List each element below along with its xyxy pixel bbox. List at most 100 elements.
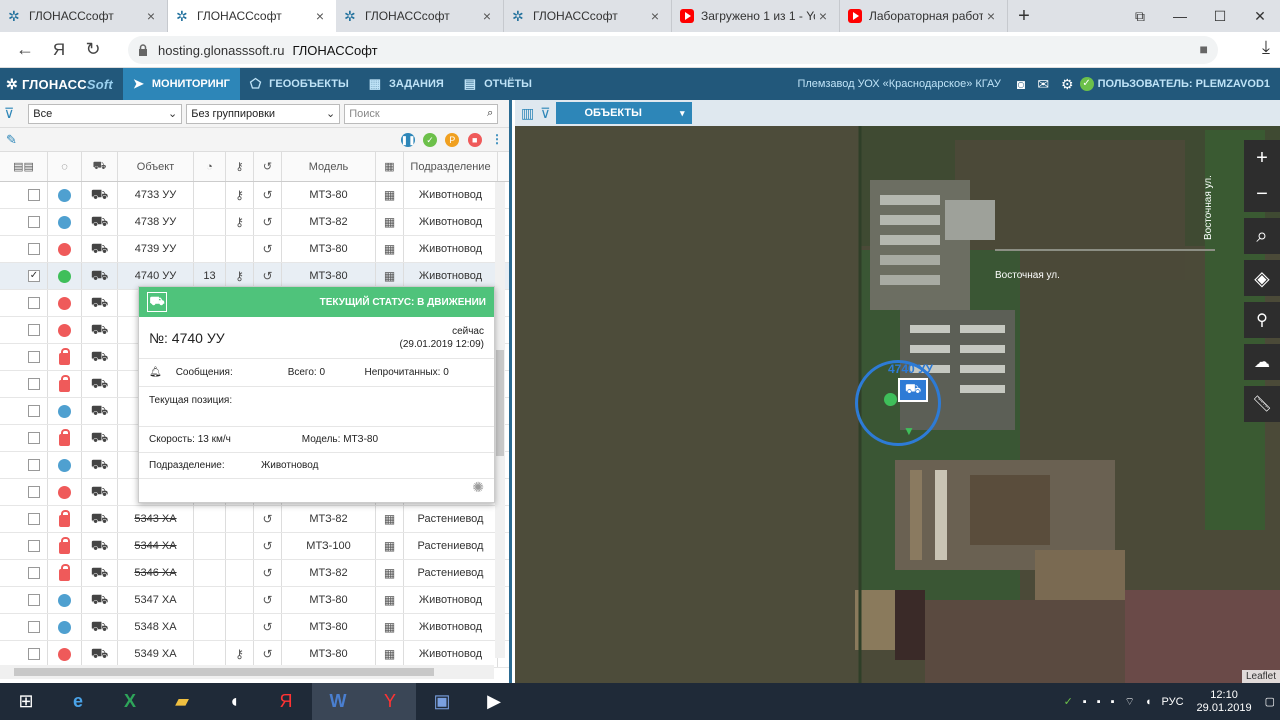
status-col-icon[interactable]: ◌ xyxy=(48,152,82,181)
row-checkbox[interactable] xyxy=(28,351,40,363)
close-window-icon[interactable]: ✕ xyxy=(1240,0,1280,32)
weather-icon[interactable]: ☁ xyxy=(1244,344,1280,380)
shield-icon[interactable]: ✓ xyxy=(1064,695,1073,708)
menu-monitoring[interactable]: ➤ МОНИТОРИНГ xyxy=(122,68,240,100)
history-icon[interactable]: ↺ xyxy=(262,269,272,283)
close-icon[interactable]: × xyxy=(312,8,328,24)
user-label[interactable]: ПОЛЬЗОВАТЕЛЬ: PLEMZAVOD1 xyxy=(1098,78,1270,90)
scroll-thumb[interactable] xyxy=(14,668,434,676)
row-checkbox[interactable] xyxy=(28,378,40,390)
menu-geoobjects[interactable]: ⬠ ГЕООБЪЕКТЫ xyxy=(240,68,359,100)
tray-app-icon[interactable]: ▪ xyxy=(1097,696,1101,708)
row-checkbox[interactable] xyxy=(28,486,40,498)
table-row[interactable]: ⛟ 4733 УУ ⚷ ↺ МТЗ-80 ▦ Животновод xyxy=(0,182,509,209)
route-icon[interactable]: ⚲ xyxy=(1244,302,1280,338)
browser-tab[interactable]: ✲ ГЛОНАССсофт × xyxy=(336,0,504,32)
table-row[interactable]: ⛟ 5349 ХА ⚷ ↺ МТЗ-80 ▦ Животновод xyxy=(0,641,509,668)
lock-status-icon[interactable]: ■ xyxy=(467,133,482,147)
windows-start-icon[interactable]: ⊞ xyxy=(0,683,52,720)
table-row[interactable]: ⛟ 5344 ХА ↺ МТЗ-100 ▦ Растениевод xyxy=(0,533,509,560)
save-app-icon[interactable]: ▣ xyxy=(416,683,468,720)
row-checkbox[interactable] xyxy=(28,513,40,525)
table-row[interactable]: ⛟ 5347 ХА ↺ МТЗ-80 ▦ Животновод xyxy=(0,587,509,614)
row-checkbox[interactable] xyxy=(28,405,40,417)
search-icon[interactable]: ⌕ xyxy=(487,107,493,120)
ie-icon[interactable]: e xyxy=(52,683,104,720)
video-app-icon[interactable]: ▶ xyxy=(468,683,520,720)
table-row[interactable]: ⛟ 5346 ХА ↺ МТЗ-82 ▦ Растениевод xyxy=(0,560,509,587)
row-checkbox[interactable] xyxy=(28,216,40,228)
row-checkbox[interactable] xyxy=(28,297,40,309)
browser-tab[interactable]: Лабораторная работа × xyxy=(840,0,1008,32)
edit-icon[interactable]: ✎ xyxy=(6,132,17,148)
search-input[interactable]: Поиск ⌕ xyxy=(344,103,499,124)
history-col-icon[interactable]: ↺ xyxy=(254,152,282,181)
columns-icon[interactable]: ▥ xyxy=(521,105,534,122)
browser-tab[interactable]: ✲ ГЛОНАССсофт × xyxy=(504,0,672,32)
row-checkbox[interactable] xyxy=(28,432,40,444)
pause-icon[interactable]: ❚❚ xyxy=(400,133,416,147)
row-checkbox[interactable] xyxy=(28,243,40,255)
table-row[interactable]: ⛟ 5348 ХА ↺ МТЗ-80 ▦ Животновод xyxy=(0,614,509,641)
close-icon[interactable]: × xyxy=(143,8,159,24)
zoom-in-icon[interactable]: + xyxy=(1244,140,1280,176)
grid-icon[interactable]: ▦ xyxy=(384,242,395,256)
browser-tab[interactable]: Загружено 1 из 1 - You × xyxy=(672,0,840,32)
grouping-select[interactable]: Без группировки ⌄ xyxy=(186,103,341,124)
vertical-scrollbar[interactable] xyxy=(495,182,505,658)
car-col-icon[interactable]: ⛟ xyxy=(82,152,118,181)
history-icon[interactable]: ↺ xyxy=(262,242,272,256)
browser-tab-active[interactable]: ✲ ГЛОНАССсофт × xyxy=(168,0,336,32)
reload-icon[interactable]: ↻ xyxy=(76,33,110,67)
layers-icon[interactable]: ◈ xyxy=(1244,260,1280,296)
address-bar[interactable]: hosting.glonasssoft.ru ГЛОНАССофт ■ xyxy=(128,36,1218,64)
history-icon[interactable]: ↺ xyxy=(262,620,272,634)
grid-icon[interactable]: ▦ xyxy=(384,512,395,526)
yandex-icon[interactable]: Я xyxy=(42,33,76,67)
clock[interactable]: 12:10 29.01.2019 xyxy=(1197,689,1252,715)
tray-app-icon[interactable]: ▪ xyxy=(1111,696,1115,708)
row-checkbox[interactable] xyxy=(28,621,40,633)
table-row[interactable]: ⛟ 4738 УУ ⚷ ↺ МТЗ-82 ▦ Животновод xyxy=(0,209,509,236)
vehicle-marker-tractor-icon[interactable]: ⛟ xyxy=(898,378,928,402)
grid-icon[interactable]: ▦ xyxy=(384,269,395,283)
history-icon[interactable]: ↺ xyxy=(262,566,272,580)
grid-icon[interactable]: ▦ xyxy=(384,620,395,634)
grid-icon[interactable]: ▦ xyxy=(384,647,395,661)
ruler-icon[interactable]: 📏︎ xyxy=(1244,386,1280,422)
key-col-icon[interactable]: ⚷ xyxy=(226,152,254,181)
yandex-browser-icon[interactable]: Y xyxy=(364,683,416,720)
back-arrow-icon[interactable]: ← xyxy=(8,33,42,67)
history-icon[interactable]: ↺ xyxy=(262,215,272,229)
maximize-icon[interactable]: ☐ xyxy=(1200,0,1240,32)
history-icon[interactable]: ↺ xyxy=(262,593,272,607)
more-vert-icon[interactable]: ⋮ xyxy=(491,132,503,146)
grid-icon[interactable]: ▦ xyxy=(384,215,395,229)
model-col-header[interactable]: Модель xyxy=(282,152,376,181)
notification-icon[interactable]: ▢ xyxy=(1265,695,1275,708)
row-checkbox[interactable] xyxy=(28,540,40,552)
grid-icon[interactable]: ▦ xyxy=(384,188,395,202)
history-icon[interactable]: ↺ xyxy=(262,647,272,661)
row-checkbox[interactable] xyxy=(28,594,40,606)
history-icon[interactable]: ↺ xyxy=(262,512,272,526)
volume-icon[interactable]: ◖ xyxy=(1145,696,1152,708)
horizontal-scrollbar[interactable] xyxy=(0,665,494,679)
lang-indicator[interactable]: РУС xyxy=(1162,696,1184,708)
row-checkbox[interactable] xyxy=(28,459,40,471)
gear-icon[interactable]: ⚙ xyxy=(1061,76,1074,93)
table-row[interactable]: ⛟ 5343 ХА ↺ МТЗ-82 ▦ Растениевод xyxy=(0,506,509,533)
explorer-icon[interactable]: ▰ xyxy=(156,683,208,720)
tray-app-icon[interactable]: ▪ xyxy=(1083,696,1087,708)
bookmark-icon[interactable]: ■ xyxy=(1200,41,1208,57)
browser-tab[interactable]: ✲ ГЛОНАССсофт × xyxy=(0,0,168,32)
tab-search-icon[interactable]: ⧉ xyxy=(1120,0,1160,32)
close-icon[interactable]: × xyxy=(479,8,495,24)
close-icon[interactable]: × xyxy=(983,8,999,24)
table-row[interactable]: ⛟ 4739 УУ ↺ МТЗ-80 ▦ Животновод xyxy=(0,236,509,263)
menu-reports[interactable]: ▤ ОТЧЁТЫ xyxy=(454,68,542,100)
excel-icon[interactable]: X xyxy=(104,683,156,720)
wifi-icon[interactable]: ⌔ xyxy=(1125,695,1135,709)
search-map-icon[interactable]: ⌕ xyxy=(1244,218,1280,254)
row-checkbox[interactable] xyxy=(28,648,40,660)
